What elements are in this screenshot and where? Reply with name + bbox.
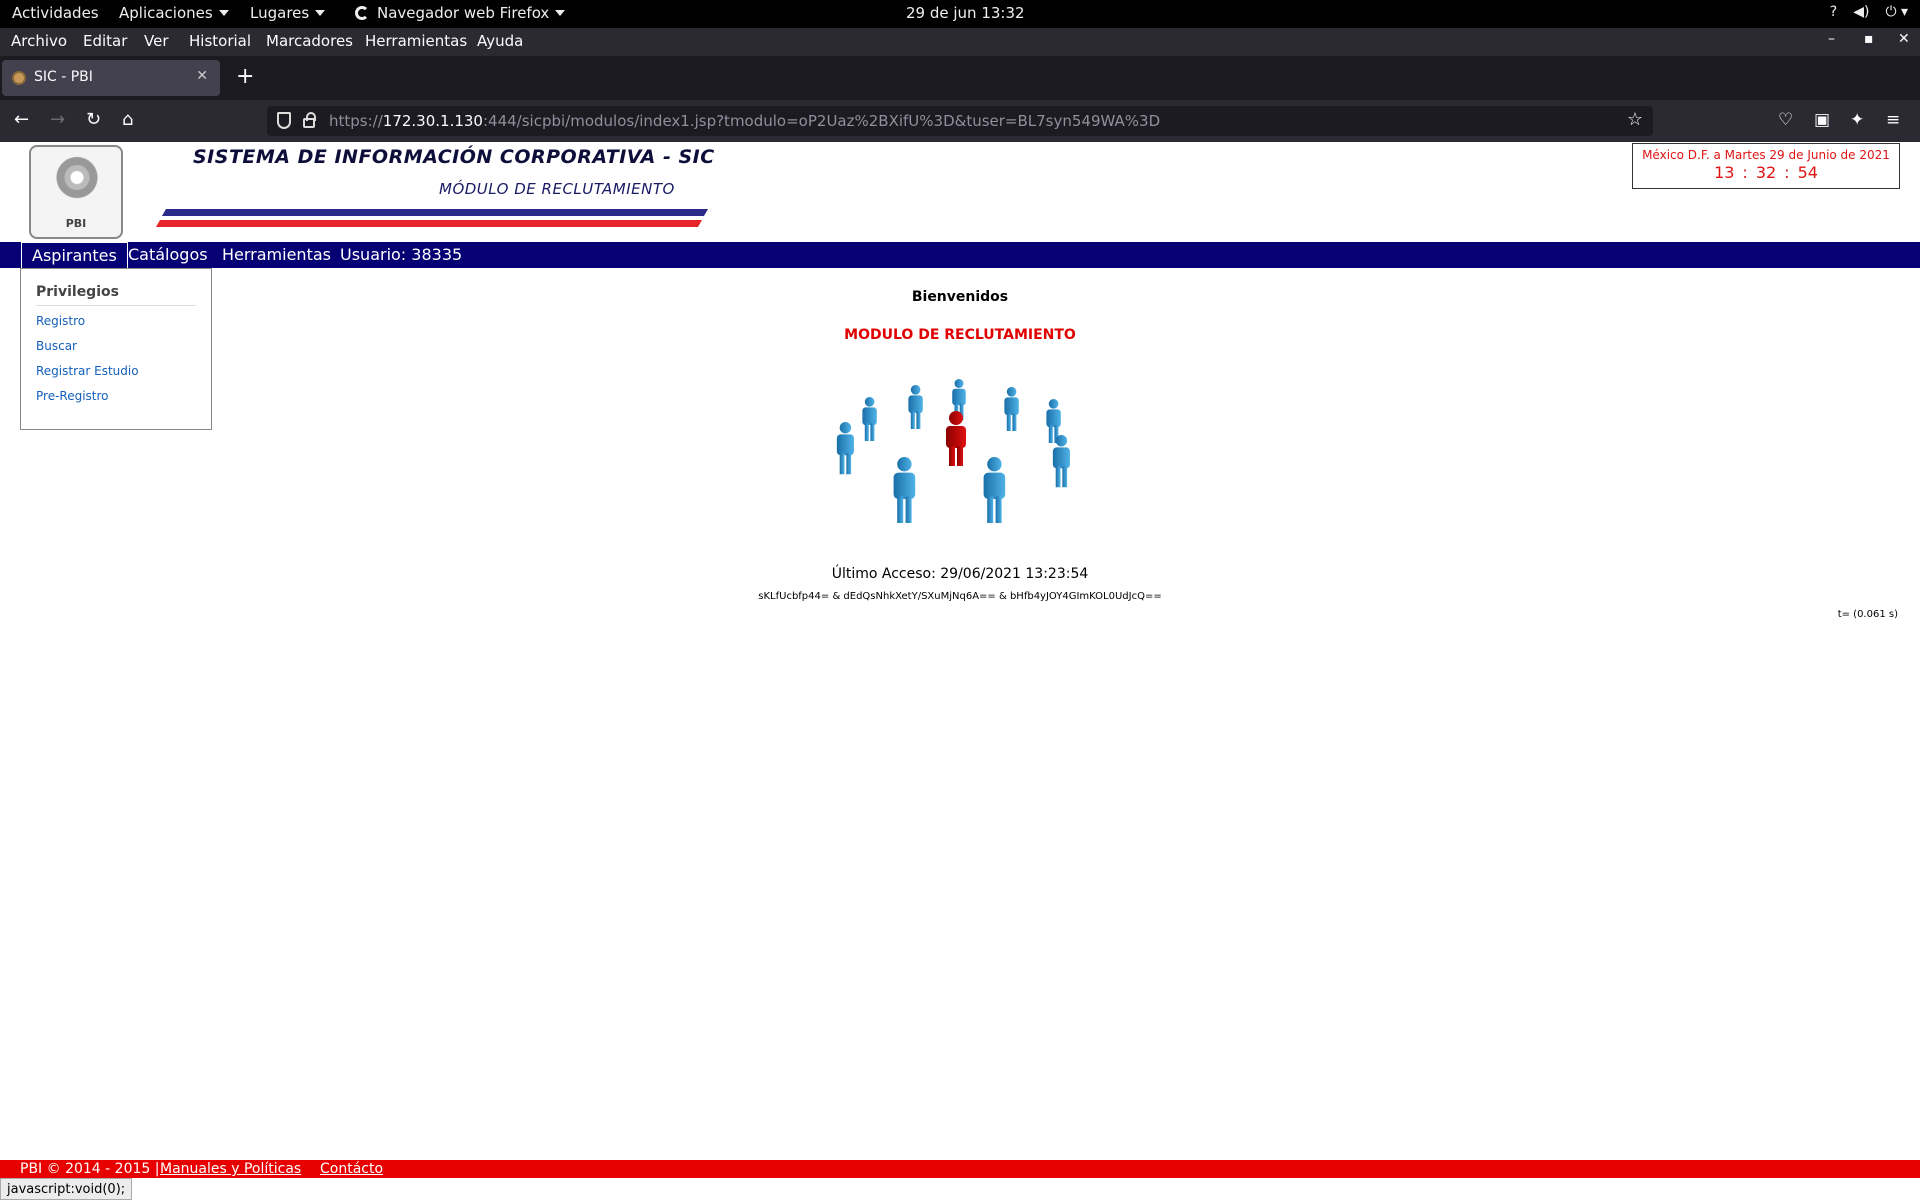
- date-line: México D.F. a Martes 29 de Junio de 2021: [1642, 148, 1890, 162]
- system-top-bar: Actividades Aplicaciones Lugares Navegad…: [0, 0, 1920, 28]
- hamburger-menu-icon[interactable]: ≡: [1886, 110, 1900, 130]
- menu-ayuda[interactable]: Ayuda: [477, 32, 523, 50]
- clock-minutes: 32: [1755, 163, 1777, 182]
- tracking-shield-icon[interactable]: [277, 112, 291, 129]
- pocket-icon[interactable]: ♡: [1778, 110, 1793, 130]
- tab-sic-pbi[interactable]: SIC - PBI ✕: [2, 60, 220, 96]
- firefox-icon: [355, 6, 369, 20]
- bookmark-star-icon[interactable]: ☆: [1627, 109, 1643, 130]
- maximize-icon[interactable]: ▪: [1864, 31, 1874, 47]
- site-favicon-icon: [12, 71, 26, 85]
- close-window-icon[interactable]: ✕: [1898, 31, 1910, 47]
- tab-bar: SIC - PBI ✕: [0, 56, 1920, 100]
- app-name-label: Navegador web Firefox: [377, 4, 550, 22]
- clock-hours: 13: [1714, 163, 1735, 182]
- web-page: PBI SISTEMA DE INFORMACIÓN CORPORATIVA -…: [0, 142, 1920, 1200]
- header-stripe-blue: [161, 209, 709, 216]
- system-clock[interactable]: 29 de jun 13:32: [906, 4, 1025, 22]
- page-footer: PBI © 2014 - 2015 | Manuales y Políticas…: [0, 1160, 1920, 1178]
- home-icon[interactable]: ⌂: [122, 110, 133, 130]
- menu-marcadores[interactable]: Marcadores: [266, 32, 353, 50]
- menu-herramientas[interactable]: Herramientas: [365, 32, 467, 50]
- last-access-text: Último Acceso: 29/06/2021 13:23:54: [831, 566, 1089, 582]
- module-heading: MODULO DE RECLUTAMIENTO: [844, 327, 1076, 343]
- pbi-logo: PBI: [29, 145, 123, 239]
- forward-arrow-icon[interactable]: →: [50, 110, 65, 130]
- address-bar[interactable]: https://172.30.1.130:444/sicpbi/modulos/…: [267, 106, 1653, 136]
- screenshot-icon[interactable]: ▣: [1814, 110, 1830, 130]
- url-text[interactable]: https://172.30.1.130:444/sicpbi/modulos/…: [329, 112, 1160, 130]
- clock-separator: :: [1784, 163, 1790, 182]
- power-icon[interactable]: ⏻ ▾: [1885, 4, 1908, 20]
- menu-editar[interactable]: Editar: [83, 32, 127, 50]
- pbi-badge-icon: [55, 155, 99, 205]
- places-label: Lugares: [250, 4, 310, 22]
- dropdown-item-registro[interactable]: Registro: [36, 314, 85, 328]
- url-path: :444/sicpbi/modulos/index1.jsp?tmodulo=o…: [482, 112, 1161, 130]
- menu-historial[interactable]: Historial: [189, 32, 251, 50]
- places-menu[interactable]: Lugares: [250, 4, 326, 22]
- nav-catalogos[interactable]: Catálogos: [128, 245, 208, 264]
- footer-contact-link[interactable]: Contácto: [320, 1161, 383, 1177]
- volume-icon[interactable]: ◀): [1853, 4, 1869, 20]
- dropdown-item-pre-registro[interactable]: Pre-Registro: [36, 389, 109, 403]
- nav-aspirantes[interactable]: Aspirantes: [21, 242, 128, 268]
- render-time-text: t= (0.061 s): [1837, 609, 1898, 620]
- accessibility-icon[interactable]: ?: [1830, 4, 1837, 20]
- welcome-heading: Bienvenidos: [911, 289, 1009, 305]
- menu-archivo[interactable]: Archivo: [11, 32, 67, 50]
- app-navigation-bar: Aspirantes Catálogos Herramientas Usuari…: [0, 242, 1920, 268]
- activities-button[interactable]: Actividades: [12, 4, 99, 22]
- date-clock-box: México D.F. a Martes 29 de Junio de 2021…: [1632, 143, 1900, 189]
- url-scheme: https://: [329, 112, 383, 130]
- reload-icon[interactable]: ↻: [86, 110, 101, 130]
- back-arrow-icon[interactable]: ←: [14, 110, 29, 130]
- lock-icon[interactable]: [303, 112, 316, 128]
- browser-status-bar: javascript:void(0);: [0, 1178, 133, 1200]
- minimize-icon[interactable]: –: [1828, 31, 1835, 47]
- footer-manuals-link[interactable]: Manuales y Políticas: [160, 1161, 301, 1177]
- nav-usuario: Usuario: 38335: [340, 245, 463, 264]
- url-host: 172.30.1.130: [382, 112, 483, 130]
- firefox-app-menu[interactable]: Navegador web Firefox: [355, 4, 566, 22]
- close-tab-icon[interactable]: ✕: [196, 68, 208, 84]
- nav-herramientas[interactable]: Herramientas: [222, 245, 331, 264]
- recruitment-people-illustration: [836, 379, 1070, 523]
- applications-menu[interactable]: Aplicaciones: [119, 4, 229, 22]
- menu-ver[interactable]: Ver: [144, 32, 169, 50]
- applications-label: Aplicaciones: [119, 4, 213, 22]
- extension-icon[interactable]: ✦: [1850, 110, 1864, 130]
- chevron-down-icon: [555, 10, 566, 16]
- logo-text: PBI: [65, 217, 87, 230]
- session-tokens-text: sKLfUcbfp44= & dEdQsNhkXetY/SXuMjNq6A== …: [758, 591, 1162, 602]
- dropdown-divider: [36, 305, 196, 306]
- header-stripe-red: [155, 220, 703, 227]
- system-tray[interactable]: ? ◀) ⏻ ▾: [1830, 4, 1908, 20]
- module-subtitle: MÓDULO DE RECLUTAMIENTO: [439, 180, 675, 198]
- new-tab-button[interactable]: +: [236, 64, 254, 89]
- system-title: SISTEMA DE INFORMACIÓN CORPORATIVA - SIC: [193, 146, 715, 168]
- dropdown-item-registrar-estudio[interactable]: Registrar Estudio: [36, 364, 139, 378]
- chevron-down-icon: [218, 10, 229, 16]
- browser-menu-bar: Archivo Editar Ver Historial Marcadores …: [0, 28, 1920, 56]
- clock-separator: :: [1742, 163, 1748, 182]
- footer-copyright: PBI © 2014 - 2015 |: [20, 1161, 160, 1177]
- tab-title: SIC - PBI: [34, 69, 93, 85]
- page-clock: 13:32:54: [1633, 163, 1899, 182]
- clock-seconds: 54: [1797, 163, 1818, 182]
- chevron-down-icon: [315, 10, 326, 16]
